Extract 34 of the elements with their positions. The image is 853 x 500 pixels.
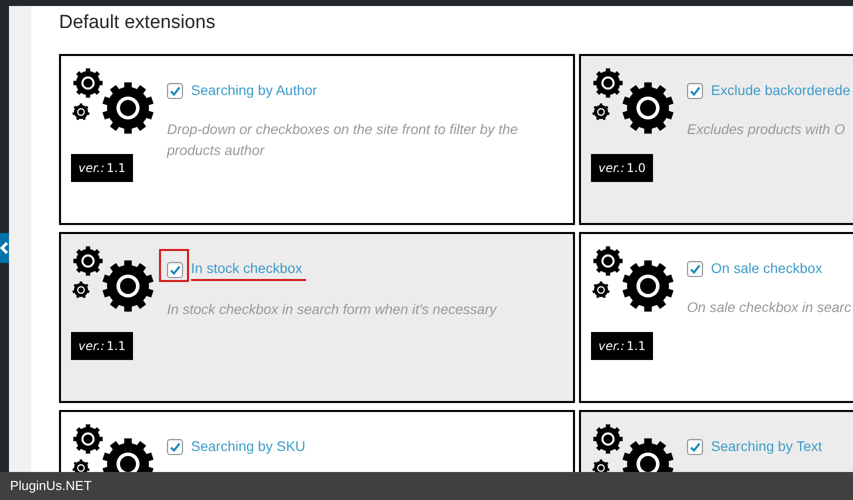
version-number: 1.0 (626, 160, 646, 177)
checkmark-icon (689, 262, 701, 274)
extension-description: Excludes products with O (687, 120, 846, 139)
extension-title[interactable]: Searching by SKU (191, 436, 306, 457)
checkmark-icon (169, 264, 181, 276)
checkmark-icon (169, 440, 181, 452)
chevron-left-icon (0, 242, 8, 254)
caption-text: PluginUs.NET (10, 477, 92, 496)
extension-title[interactable]: Searching by Text (711, 436, 822, 457)
sidebar-tab[interactable] (0, 233, 9, 263)
checkmark-icon (689, 84, 701, 96)
checkbox[interactable] (687, 82, 703, 98)
extension-title[interactable]: Exclude backorderede (711, 80, 850, 101)
version-number: 1.1 (626, 338, 646, 355)
checkbox[interactable] (687, 438, 703, 454)
version-number: 1.1 (106, 160, 126, 177)
extension-title[interactable]: On sale checkbox (711, 258, 822, 279)
version-label: ver.: (598, 338, 625, 355)
checkbox[interactable] (687, 260, 703, 276)
section-heading: Default extensions (59, 11, 216, 35)
extension-description: Drop-down or checkboxes on the site front to filter by the products author (167, 120, 519, 160)
version-label: ver.: (598, 160, 625, 177)
version-label: ver.: (78, 338, 105, 355)
checkmark-icon (169, 84, 181, 96)
checkbox[interactable] (167, 82, 183, 98)
extension-title[interactable]: Searching by Author (191, 80, 318, 101)
version-number: 1.1 (106, 338, 126, 355)
extension-title[interactable]: In stock checkbox (191, 258, 306, 281)
checkmark-icon (689, 440, 701, 452)
version-label: ver.: (78, 160, 105, 177)
checkbox[interactable] (167, 262, 183, 278)
extension-description: In stock checkbox in search form when it's necessary (167, 300, 498, 319)
extension-description: On sale checkbox in searc (687, 298, 852, 317)
checkbox[interactable] (167, 438, 183, 454)
